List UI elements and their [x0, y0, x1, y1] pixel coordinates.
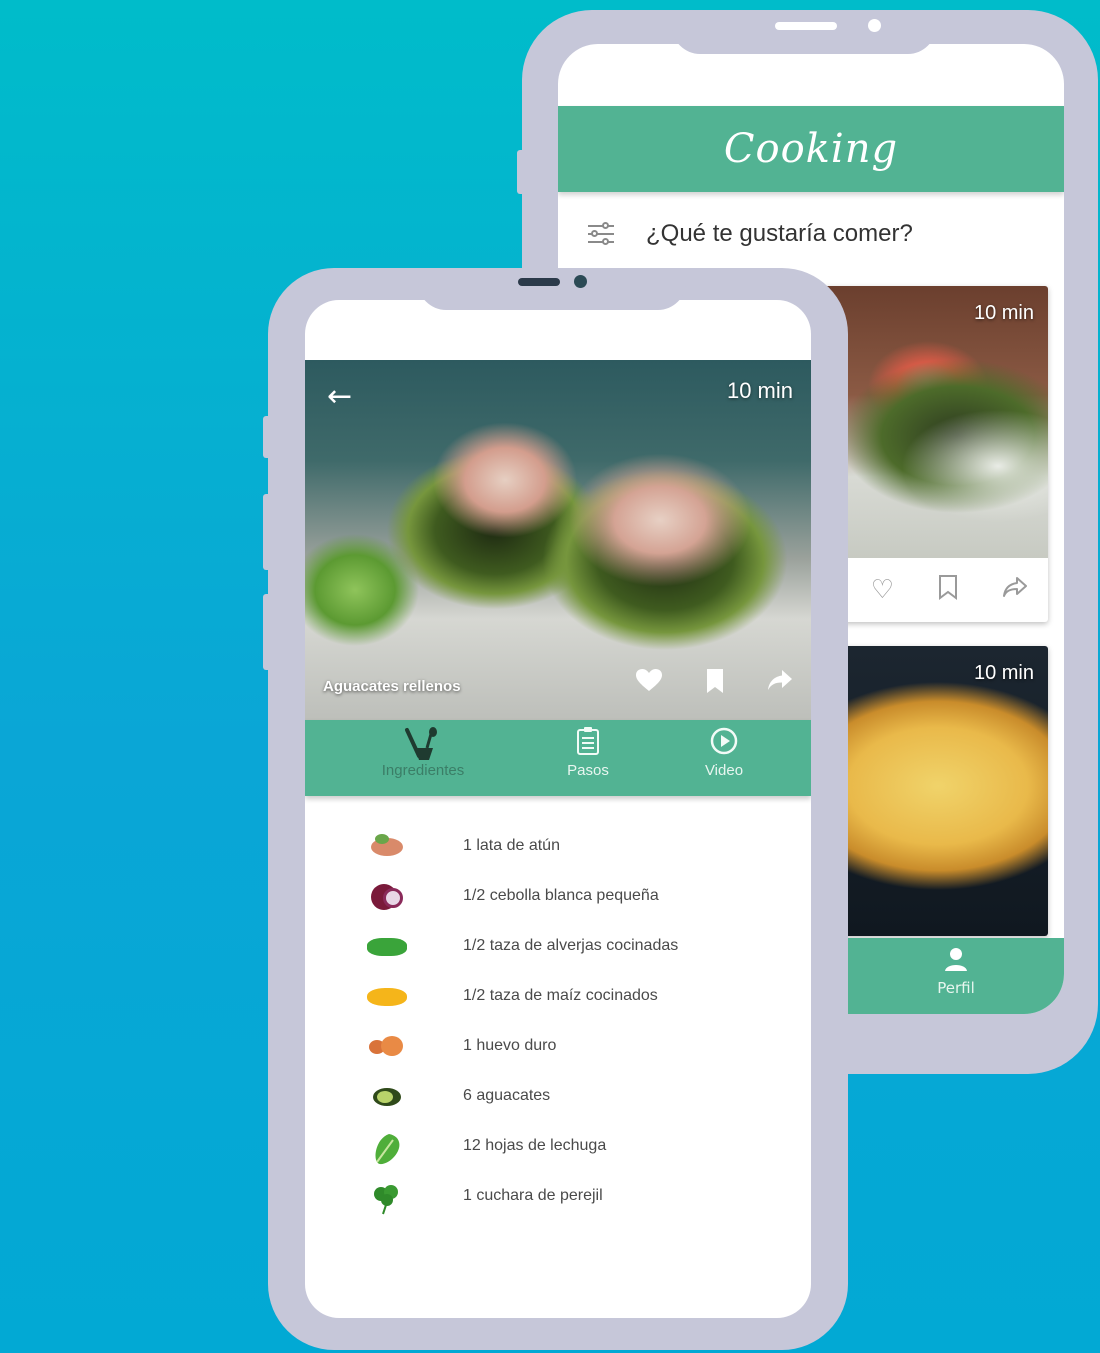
list-item: 1/2 taza de alverjas cocinadas	[305, 926, 811, 966]
peas-icon	[367, 932, 407, 960]
person-icon	[916, 946, 996, 979]
camera-icon	[574, 275, 587, 288]
list-item: 6 aguacates	[305, 1076, 811, 1116]
ingredient-text: 1 cuchara de perejil	[463, 1187, 603, 1204]
camera-icon	[868, 19, 881, 32]
corn-icon	[367, 982, 407, 1010]
list-item: 12 hojas de lechuga	[305, 1126, 811, 1166]
share-outline-icon[interactable]	[1002, 575, 1028, 605]
tab-steps[interactable]: Pasos	[553, 726, 623, 779]
tab-video[interactable]: Video	[689, 726, 759, 779]
recipe-detail-screen: ← 10 min Aguacates rellenos Ingredientes…	[305, 300, 811, 1318]
back-arrow-icon[interactable]: ←	[327, 382, 352, 412]
tab-label: Ingredientes	[381, 762, 465, 779]
recipe-actions	[635, 668, 793, 701]
egg-icon	[367, 1032, 407, 1060]
nav-item-profile[interactable]: Perfil	[916, 946, 996, 997]
back-phone-notch	[672, 10, 936, 54]
ingredient-text: 12 hojas de lechuga	[463, 1137, 607, 1154]
onion-icon	[367, 882, 407, 910]
list-item: 1/2 cebolla blanca pequeña	[305, 876, 811, 916]
tuna-icon	[367, 832, 407, 860]
recipe-hero-image: ← 10 min Aguacates rellenos	[305, 360, 811, 720]
list-item: 1 lata de atún	[305, 826, 811, 866]
ingredient-text: 1 huevo duro	[463, 1037, 557, 1054]
speaker-icon	[518, 278, 560, 286]
ingredient-text: 6 aguacates	[463, 1087, 551, 1104]
clipboard-list-icon	[553, 726, 623, 762]
list-item: 1 cuchara de perejil	[305, 1176, 811, 1216]
whisk-bowl-icon	[363, 726, 483, 762]
ingredient-text: 1/2 taza de maíz cocinados	[463, 987, 658, 1004]
recipe-time: 10 min	[726, 378, 793, 403]
front-phone: ← 10 min Aguacates rellenos Ingredientes…	[268, 268, 848, 1350]
app-title: Cooking	[723, 126, 899, 172]
search-prompt[interactable]: ¿Qué te gustaría comer?	[646, 220, 913, 248]
front-phone-notch	[418, 268, 686, 310]
list-item: 1/2 taza de maíz cocinados	[305, 976, 811, 1016]
tab-label: Video	[704, 762, 744, 779]
ingredient-text: 1/2 taza de alverjas cocinadas	[463, 937, 679, 954]
heart-icon[interactable]	[635, 668, 663, 701]
tab-ingredients[interactable]: Ingredientes	[363, 726, 483, 779]
avocado-icon	[367, 1082, 407, 1110]
recipe-tabs: Ingredientes Pasos Video	[305, 720, 811, 796]
nav-label-profile: Perfil	[937, 979, 975, 997]
list-item: 1 huevo duro	[305, 1026, 811, 1066]
bookmark-outline-icon[interactable]	[938, 574, 958, 607]
ingredient-text: 1/2 cebolla blanca pequeña	[463, 887, 659, 904]
ingredient-text: 1 lata de atún	[463, 837, 560, 854]
tab-label: Pasos	[567, 762, 609, 779]
lettuce-icon	[367, 1132, 407, 1165]
app-header: Cooking	[558, 106, 1064, 192]
speaker-icon	[775, 22, 837, 30]
share-icon[interactable]	[767, 668, 793, 701]
filter-sliders-icon[interactable]	[588, 221, 616, 247]
recipe-time: 10 min	[973, 302, 1034, 324]
recipe-time: 10 min	[973, 662, 1034, 684]
play-circle-icon	[689, 726, 759, 762]
parsley-icon	[367, 1182, 407, 1215]
bookmark-icon[interactable]	[705, 668, 725, 701]
heart-outline-icon[interactable]: ♡	[871, 575, 894, 605]
search-row[interactable]: ¿Qué te gustaría comer?	[588, 214, 913, 254]
recipe-title: Aguacates rellenos	[323, 678, 461, 695]
